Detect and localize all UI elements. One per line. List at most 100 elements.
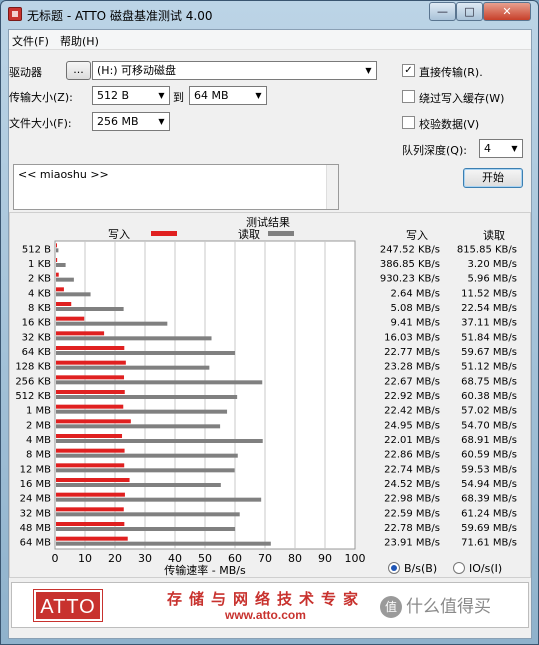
x-tick-label: 10 xyxy=(78,552,92,565)
read-bar xyxy=(56,512,240,517)
verify-data-checkbox[interactable] xyxy=(402,116,415,129)
category-label: 512 KB xyxy=(15,391,51,402)
category-label: 128 KB xyxy=(15,362,51,373)
write-value-label: 2.64 MB/s xyxy=(390,288,440,299)
write-bar xyxy=(56,302,72,306)
read-value-label: 57.02 MB/s xyxy=(461,406,517,417)
write-value-label: 22.77 MB/s xyxy=(384,347,440,358)
watermark-text: 什么值得买 xyxy=(406,597,491,617)
queue-depth-value: 4 xyxy=(484,142,491,155)
read-value-label: 5.96 MB/s xyxy=(467,274,517,285)
read-value-label: 3.20 MB/s xyxy=(467,259,517,270)
write-value-label: 5.08 MB/s xyxy=(390,303,440,314)
write-bar xyxy=(56,536,128,541)
write-value-label: 24.52 MB/s xyxy=(384,479,440,490)
read-value-label: 59.67 MB/s xyxy=(461,347,517,358)
read-value-label: 11.52 MB/s xyxy=(461,288,517,299)
write-bar xyxy=(56,419,131,424)
description-text: << miaoshu >> xyxy=(18,168,109,181)
transfer-from-select[interactable]: 512 B ▼ xyxy=(92,86,170,105)
menu-file[interactable]: 文件(F) xyxy=(12,33,49,49)
x-tick-label: 0 xyxy=(52,552,59,565)
write-bar xyxy=(56,346,125,350)
read-value-label: 68.91 MB/s xyxy=(461,435,517,446)
description-box[interactable]: << miaoshu >> xyxy=(13,164,339,210)
category-label: 4 KB xyxy=(28,288,51,299)
write-bar xyxy=(56,492,125,497)
read-bar xyxy=(56,424,221,429)
read-bar xyxy=(56,336,212,341)
read-values: 815.85 KB/s 3.20 MB/s 5.96 MB/s 11.52 MB/s 2… xyxy=(457,244,517,548)
read-bar xyxy=(56,365,210,370)
write-value-label: 22.67 MB/s xyxy=(384,376,440,387)
direct-io-checkbox[interactable]: ✓ xyxy=(402,64,415,77)
queue-depth-select[interactable]: 4 ▼ xyxy=(479,139,523,158)
minimize-button[interactable]: — xyxy=(429,2,456,21)
direct-io-label: 直接传输(R). xyxy=(419,66,483,79)
transfer-to-value: 64 MB xyxy=(194,89,229,102)
category-label: 4 MB xyxy=(26,435,51,446)
unit-ios-radio[interactable] xyxy=(453,562,465,574)
read-bar xyxy=(56,439,263,443)
banner-slogan: 存储与网络技术专家 xyxy=(167,590,366,608)
read-value-label: 60.38 MB/s xyxy=(461,391,517,402)
transfer-to-select[interactable]: 64 MB ▼ xyxy=(189,86,267,105)
drive-browse-button[interactable]: ... xyxy=(66,61,91,80)
category-label: 32 KB xyxy=(22,332,51,343)
chevron-down-icon: ▼ xyxy=(511,144,518,153)
bypass-cache-label: 绕过写入缓存(W) xyxy=(419,92,505,105)
read-value-label: 68.75 MB/s xyxy=(461,376,517,387)
write-value-label: 22.01 MB/s xyxy=(384,435,440,446)
x-tick-label: 80 xyxy=(288,552,302,565)
banner-url[interactable]: www.atto.com xyxy=(225,608,306,622)
write-bar xyxy=(56,243,57,248)
drive-select[interactable]: (H:) 可移动磁盘 ▼ xyxy=(92,61,377,80)
write-value-label: 22.98 MB/s xyxy=(384,494,440,505)
read-value-label: 54.94 MB/s xyxy=(461,479,517,490)
read-value-label: 815.85 KB/s xyxy=(457,244,517,255)
category-label: 16 MB xyxy=(20,479,52,490)
read-value-label: 51.12 MB/s xyxy=(461,362,517,373)
write-bar xyxy=(56,258,58,262)
write-value-label: 22.78 MB/s xyxy=(384,523,440,534)
column-write-header: 写入 xyxy=(406,229,428,242)
read-bar xyxy=(56,277,74,282)
write-value-label: 22.42 MB/s xyxy=(384,406,440,417)
read-bar xyxy=(56,380,263,385)
read-value-label: 68.39 MB/s xyxy=(461,494,517,505)
start-button[interactable]: 开始 xyxy=(463,168,523,188)
category-label: 2 KB xyxy=(28,274,51,285)
category-label: 48 MB xyxy=(20,523,52,534)
read-bar xyxy=(56,409,228,414)
write-bar xyxy=(56,272,59,277)
client-area: 文件(F) 帮助(H) 驱动器 ... (H:) 可移动磁盘 ▼ 传输大小(Z)… xyxy=(8,29,532,639)
read-bar xyxy=(56,497,262,502)
close-button[interactable]: ✕ xyxy=(483,2,531,21)
unit-bs-radio[interactable] xyxy=(388,562,400,574)
description-scrollbar[interactable] xyxy=(326,165,338,209)
read-value-label: 71.61 MB/s xyxy=(461,538,517,549)
drive-select-value: (H:) 可移动磁盘 xyxy=(97,64,177,77)
write-value-label: 247.52 KB/s xyxy=(380,244,440,255)
title-bar[interactable]: 无标题 - ATTO 磁盘基准测试 4.00 — □ ✕ xyxy=(1,1,538,29)
write-bar xyxy=(56,287,64,292)
atto-banner[interactable]: ATTO 存储与网络技术专家 www.atto.com 值什么值得买 xyxy=(11,582,529,628)
read-value-label: 61.24 MB/s xyxy=(461,508,517,519)
legend-write-swatch xyxy=(151,231,177,236)
queue-depth-label: 队列深度(Q): xyxy=(402,144,467,157)
write-value-label: 23.28 MB/s xyxy=(384,362,440,373)
read-bar xyxy=(56,351,236,355)
write-value-label: 22.74 MB/s xyxy=(384,464,440,475)
menu-help[interactable]: 帮助(H) xyxy=(60,33,99,49)
file-size-select[interactable]: 256 MB ▼ xyxy=(92,112,170,131)
chevron-down-icon: ▼ xyxy=(365,66,372,75)
maximize-button[interactable]: □ xyxy=(456,2,483,21)
legend-read-swatch xyxy=(268,231,294,236)
read-bar xyxy=(56,395,238,399)
x-tick-label: 90 xyxy=(318,552,332,565)
bypass-cache-checkbox[interactable] xyxy=(402,90,415,103)
write-bar xyxy=(56,390,125,394)
read-bar xyxy=(56,453,238,458)
write-value-label: 24.95 MB/s xyxy=(384,420,440,431)
read-bar xyxy=(56,263,66,267)
